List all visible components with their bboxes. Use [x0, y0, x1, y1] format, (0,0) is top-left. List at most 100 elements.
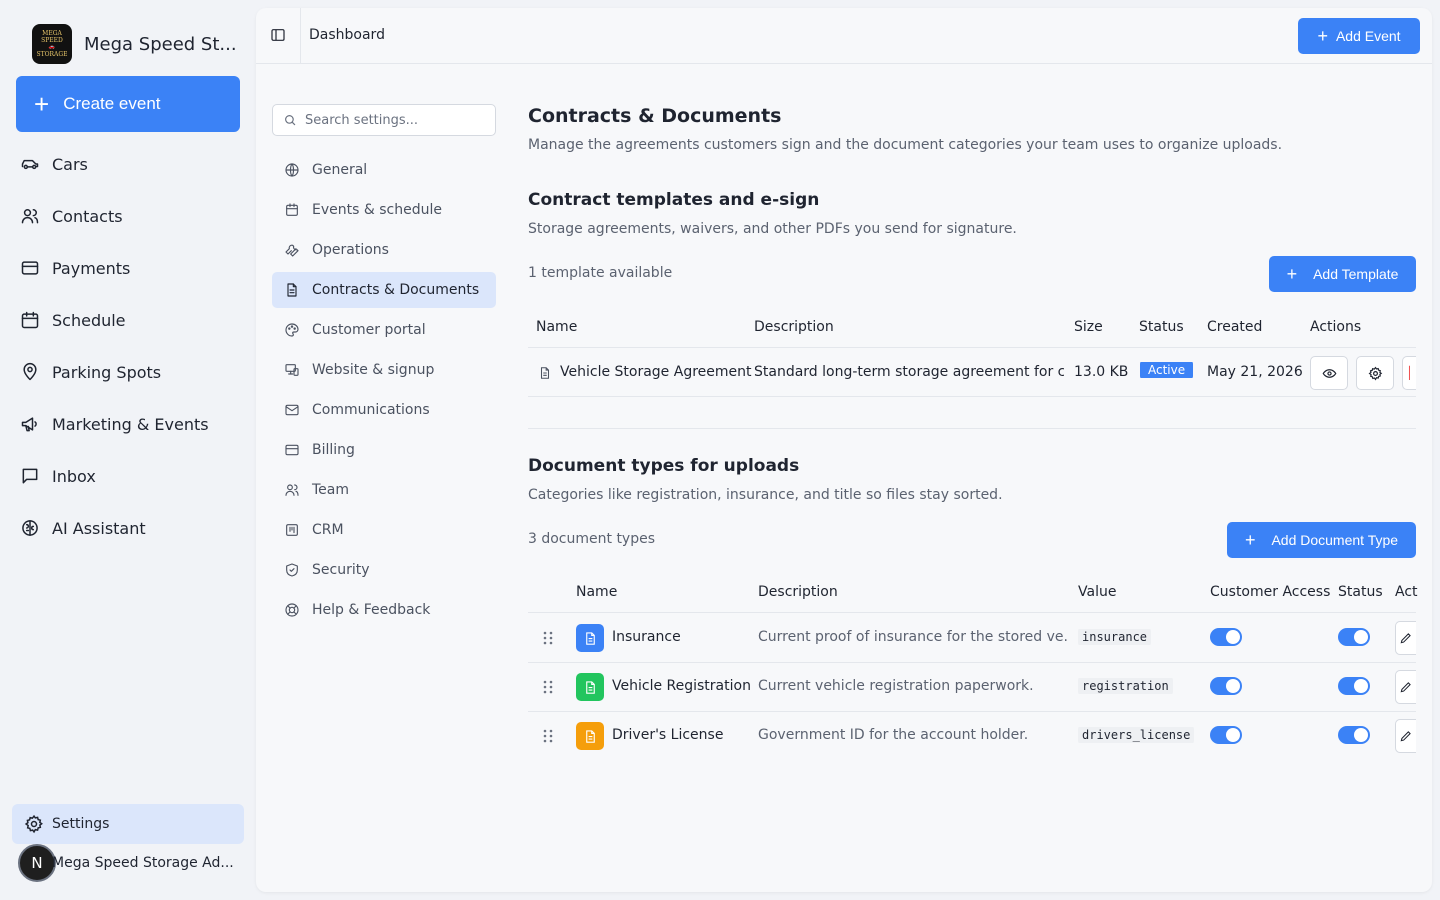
settings-nav-contracts-documents[interactable]: Contracts & Documents: [272, 272, 496, 308]
settings-nav-security[interactable]: Security: [272, 552, 496, 588]
main-nav: Cars Contacts Payments Schedule Parking …: [16, 138, 240, 554]
gear-icon: [1368, 366, 1382, 381]
sidebar-item-marketing-events[interactable]: Marketing & Events: [16, 398, 240, 450]
doc-type-name: Insurance: [612, 629, 681, 645]
main-panel: Dashboard + Add Event General Events & s…: [256, 8, 1432, 892]
credit-card-icon: [21, 261, 39, 275]
life-buoy-icon: [285, 603, 299, 617]
sidebar-toggle-button[interactable]: [270, 27, 288, 45]
panel-left-icon: [271, 29, 285, 41]
sidebar-item-settings[interactable]: Settings: [12, 804, 244, 844]
settings-nav-website-signup[interactable]: Website & signup: [272, 352, 496, 388]
megaphone-icon: [21, 417, 37, 432]
status-badge: Active: [1140, 362, 1194, 378]
settings-nav-general[interactable]: General: [272, 152, 496, 188]
doc-type-description: Government ID for the account holder.: [758, 727, 1029, 743]
edit-button[interactable]: [1395, 719, 1416, 753]
app-sidebar: MEGA SPEED 🚗 STORAGE Mega Speed St... + …: [0, 0, 256, 900]
sidebar-item-ai-assistant[interactable]: AI Assistant: [16, 502, 240, 554]
settings-nav-customer-portal[interactable]: Customer portal: [272, 312, 496, 348]
drag-handle-icon[interactable]: [542, 680, 554, 694]
settings-nav-billing[interactable]: Billing: [272, 432, 496, 468]
credit-card-icon: [285, 444, 299, 456]
drag-handle-icon[interactable]: [542, 729, 554, 743]
settings-search-input[interactable]: [305, 112, 485, 128]
plus-icon: +: [1317, 26, 1328, 46]
settings-nav-team[interactable]: Team: [272, 472, 496, 508]
customer-access-toggle[interactable]: [1210, 677, 1242, 695]
calendar-icon: [286, 203, 298, 216]
users-icon: [285, 484, 299, 496]
sidebar-item-schedule[interactable]: Schedule: [16, 294, 240, 346]
document-type-icon: [576, 624, 604, 652]
template-settings-button[interactable]: [1356, 356, 1394, 390]
brand[interactable]: MEGA SPEED 🚗 STORAGE Mega Speed St...: [32, 24, 237, 64]
col-name: Name: [576, 584, 618, 600]
settings-search[interactable]: [272, 104, 496, 136]
sidebar-item-parking-spots[interactable]: Parking Spots: [16, 346, 240, 398]
status-toggle[interactable]: [1338, 628, 1370, 646]
template-name[interactable]: Vehicle Storage Agreement: [560, 364, 752, 380]
edit-button[interactable]: [1395, 670, 1416, 704]
sidebar-item-cars[interactable]: Cars: [16, 138, 240, 190]
table-row: Vehicle Registration Current vehicle reg…: [528, 663, 1416, 712]
col-name: Name: [536, 319, 578, 335]
settings-nav-crm[interactable]: CRM: [272, 512, 496, 548]
add-event-button[interactable]: + Add Event: [1298, 18, 1420, 54]
status-toggle[interactable]: [1338, 726, 1370, 744]
settings-nav-events-schedule[interactable]: Events & schedule: [272, 192, 496, 228]
map-pin-icon: [23, 362, 37, 381]
brand-name: Mega Speed St...: [84, 33, 237, 55]
add-template-button[interactable]: + Add Template: [1269, 256, 1416, 292]
top-bar: Dashboard + Add Event: [256, 8, 1432, 64]
calendar-icon: [21, 311, 39, 329]
sidebar-item-payments[interactable]: Payments: [16, 242, 240, 294]
doc-type-description: Current proof of insurance for the store…: [758, 629, 1068, 645]
doc-types-subtitle: Categories like registration, insurance,…: [528, 487, 1003, 503]
table-row: Insurance Current proof of insurance for…: [528, 614, 1416, 663]
gear-icon: [24, 814, 43, 834]
avatar[interactable]: N: [18, 844, 56, 882]
create-event-button[interactable]: + Create event: [16, 76, 240, 132]
settings-nav-communications[interactable]: Communications: [272, 392, 496, 428]
customer-access-toggle[interactable]: [1210, 628, 1242, 646]
plus-icon: +: [1286, 264, 1298, 284]
shield-icon: [286, 563, 298, 577]
settings-nav: General Events & schedule Operations Con…: [272, 152, 496, 632]
status-toggle[interactable]: [1338, 677, 1370, 695]
doc-type-value: insurance: [1078, 629, 1152, 645]
mail-icon: [285, 404, 299, 416]
table-row: Vehicle Storage Agreement Standard long-…: [528, 349, 1416, 397]
preview-button[interactable]: [1310, 356, 1348, 390]
breadcrumb[interactable]: Dashboard: [309, 27, 385, 43]
wrench-icon: [285, 244, 299, 257]
sidebar-item-contacts[interactable]: Contacts: [16, 190, 240, 242]
col-status: Status: [1139, 319, 1184, 335]
doc-types-count: 3 document types: [528, 531, 656, 547]
users-icon: [21, 209, 39, 224]
file-text-icon: [585, 631, 595, 645]
document-type-icon: [576, 722, 604, 750]
globe-icon: [285, 163, 299, 177]
add-document-type-button[interactable]: + Add Document Type: [1227, 522, 1416, 558]
col-created: Created: [1207, 319, 1263, 335]
page-title: Contracts & Documents: [528, 105, 782, 127]
brand-logo: MEGA SPEED 🚗 STORAGE: [32, 24, 72, 64]
doc-type-value: drivers_license: [1078, 727, 1195, 743]
settings-nav-help-feedback[interactable]: Help & Feedback: [272, 592, 496, 628]
eye-icon: [1322, 368, 1336, 378]
sidebar-item-inbox[interactable]: Inbox: [16, 450, 240, 502]
user-menu[interactable]: N Mega Speed Storage Ad...: [18, 843, 244, 883]
edit-button[interactable]: [1395, 621, 1416, 655]
col-customer-access: Customer Access: [1210, 584, 1331, 600]
settings-nav-operations[interactable]: Operations: [272, 232, 496, 268]
section-divider: [528, 428, 1416, 429]
template-size: 13.0 KB: [1074, 364, 1129, 380]
delete-button[interactable]: │: [1402, 356, 1416, 390]
col-actions: Act: [1395, 584, 1418, 600]
customer-access-toggle[interactable]: [1210, 726, 1242, 744]
plus-icon: +: [1244, 530, 1256, 550]
drag-handle-icon[interactable]: [542, 631, 554, 645]
user-name: Mega Speed Storage Ad...: [52, 855, 234, 871]
col-description: Description: [754, 319, 834, 335]
